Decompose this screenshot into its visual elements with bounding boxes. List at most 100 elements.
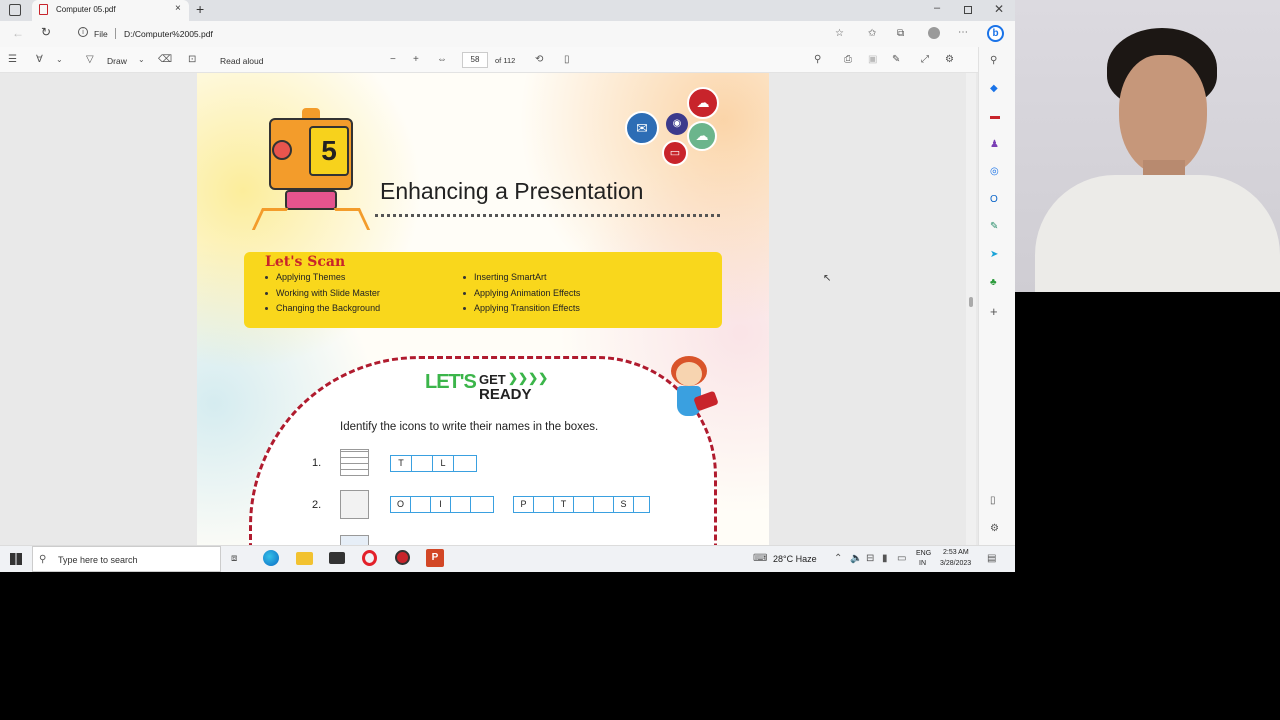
chevron-down-icon[interactable]: ⌄ [56, 53, 63, 67]
search-icon[interactable]: ⚲ [990, 54, 997, 68]
lets-scan-heading: Let's Scan [265, 254, 346, 270]
start-icon[interactable] [10, 553, 22, 565]
contents-icon[interactable]: ☰ [8, 53, 17, 67]
chrome-app-icon[interactable] [395, 550, 410, 565]
answer-box[interactable] [453, 455, 477, 472]
answer-box[interactable] [593, 496, 614, 513]
volume-icon[interactable]: 🔈 [850, 552, 862, 566]
zoom-out-icon[interactable]: − [390, 53, 396, 67]
battery-icon[interactable]: ▭ [897, 552, 906, 566]
refresh-icon[interactable]: ↻ [41, 25, 51, 39]
vertical-scrollbar[interactable] [966, 73, 976, 545]
notification-icon[interactable]: ▤ [987, 552, 996, 566]
bullet-icon [463, 291, 466, 295]
send-icon[interactable]: ➤ [990, 248, 998, 262]
language-bottom[interactable]: IN [919, 560, 926, 567]
add-favorite-icon[interactable]: ☆ [835, 27, 844, 41]
add-icon[interactable]: + [990, 305, 998, 319]
close-tab-icon[interactable]: × [175, 3, 181, 14]
answer-box[interactable]: T [553, 496, 574, 513]
network-icon[interactable]: ⊟ [866, 552, 874, 566]
answer-box[interactable] [533, 496, 554, 513]
outlook-icon[interactable]: O [990, 193, 998, 207]
answer-box[interactable]: I [430, 496, 451, 513]
mail-icon: ✉ [625, 111, 659, 145]
tag-icon[interactable]: ◆ [990, 82, 998, 96]
microphone-icon[interactable]: ▮ [882, 552, 888, 566]
restore-icon[interactable] [964, 6, 972, 14]
upload-cloud-icon: ☁ [687, 87, 719, 119]
pdf-icon [39, 4, 48, 15]
person-face [1119, 55, 1207, 175]
bing-chat-icon[interactable]: b [987, 25, 1004, 42]
scrollbar-thumb[interactable] [969, 297, 973, 307]
answer-box[interactable]: S [613, 496, 634, 513]
zoom-in-icon[interactable]: + [413, 53, 419, 67]
address-prefix: File [94, 29, 108, 39]
answer-box[interactable] [633, 496, 650, 513]
text-icon[interactable]: ⊡ [188, 53, 196, 67]
scan-item: Applying Themes [265, 272, 455, 288]
chevron-down-icon[interactable]: ⌄ [138, 53, 145, 67]
read-aloud-button[interactable]: Read aloud [220, 56, 263, 66]
task-view-icon[interactable]: ⧈ [231, 552, 237, 566]
save-as-icon[interactable]: ✎ [892, 53, 900, 67]
taskbar-search-box[interactable]: ⚲ Type here to search [32, 546, 221, 572]
answer-box[interactable] [411, 455, 433, 472]
draw-button[interactable]: Draw [107, 56, 127, 66]
clock-time[interactable]: 2:53 AM [943, 549, 969, 556]
tab-computer-pdf[interactable]: Computer 05.pdf × [32, 0, 189, 21]
page-number-input[interactable]: 58 [462, 52, 488, 68]
highlight-icon[interactable]: ∀ [36, 53, 43, 67]
answer-box[interactable] [573, 496, 594, 513]
new-tab-button[interactable]: + [196, 1, 204, 17]
powerpoint-icon[interactable]: P [426, 549, 444, 567]
tree-icon[interactable]: ♣ [990, 276, 997, 290]
address-url[interactable]: D:/Computer%2005.pdf [124, 29, 213, 39]
answer-box[interactable]: O [390, 496, 411, 513]
answer-box[interactable]: P [513, 496, 534, 513]
collections-icon[interactable]: ⧉ [897, 27, 904, 41]
edge-app-icon[interactable] [263, 550, 279, 566]
answer-box[interactable] [470, 496, 494, 513]
scan-item-text: Applying Animation Effects [474, 287, 581, 298]
save-icon[interactable]: ▣ [868, 53, 877, 67]
eraser-icon[interactable]: ⌫ [158, 53, 172, 67]
toolbox-icon[interactable]: ▬ [990, 110, 1000, 124]
settings-icon[interactable]: ⚙ [945, 53, 954, 67]
instruction-text: Identify the icons to write their names … [340, 421, 599, 433]
drop-icon[interactable]: ✎ [990, 220, 998, 234]
settings-icon[interactable]: ⚙ [990, 522, 999, 536]
chevron-up-icon[interactable]: ⌃ [834, 552, 842, 566]
favorites-icon[interactable]: ✩ [868, 27, 876, 41]
sidebar-panel-icon[interactable]: ▯ [990, 494, 996, 508]
mail-app-icon[interactable] [329, 552, 345, 564]
fit-page-icon[interactable]: ⇔ [437, 53, 447, 67]
answer-box[interactable]: T [390, 455, 412, 472]
robot-leg-right [333, 208, 371, 230]
answer-box[interactable] [410, 496, 431, 513]
scan-item-text: Applying Transition Effects [474, 303, 580, 313]
clock-date[interactable]: 3/28/2023 [940, 560, 971, 567]
tab-bar: Computer 05.pdf × + – ✕ [0, 0, 1015, 21]
answer-box[interactable] [450, 496, 471, 513]
draw-icon[interactable]: ▽ [86, 53, 94, 67]
opera-icon[interactable] [362, 550, 377, 566]
minimize-icon[interactable]: – [934, 2, 940, 14]
rotate-icon[interactable]: ⟲ [535, 53, 543, 67]
bullet-icon [463, 276, 466, 280]
file-explorer-icon[interactable] [296, 552, 313, 565]
back-icon[interactable]: ← [12, 26, 24, 40]
games-icon[interactable]: ♟ [990, 138, 999, 152]
fullscreen-icon[interactable]: ⤢ [921, 53, 929, 67]
close-window-icon[interactable]: ✕ [994, 2, 1004, 16]
answer-box[interactable]: L [432, 455, 454, 472]
more-options-icon[interactable]: ⋯ [958, 26, 968, 40]
profile-avatar[interactable] [928, 27, 940, 39]
search-icon[interactable]: ⚲ [814, 53, 821, 67]
language-top[interactable]: ENG [916, 550, 931, 557]
office-icon[interactable]: ◎ [990, 165, 999, 179]
print-icon[interactable]: ⎙ [844, 53, 852, 67]
page-view-icon[interactable]: ▯ [564, 53, 570, 67]
window-menu-icon[interactable] [9, 4, 21, 16]
